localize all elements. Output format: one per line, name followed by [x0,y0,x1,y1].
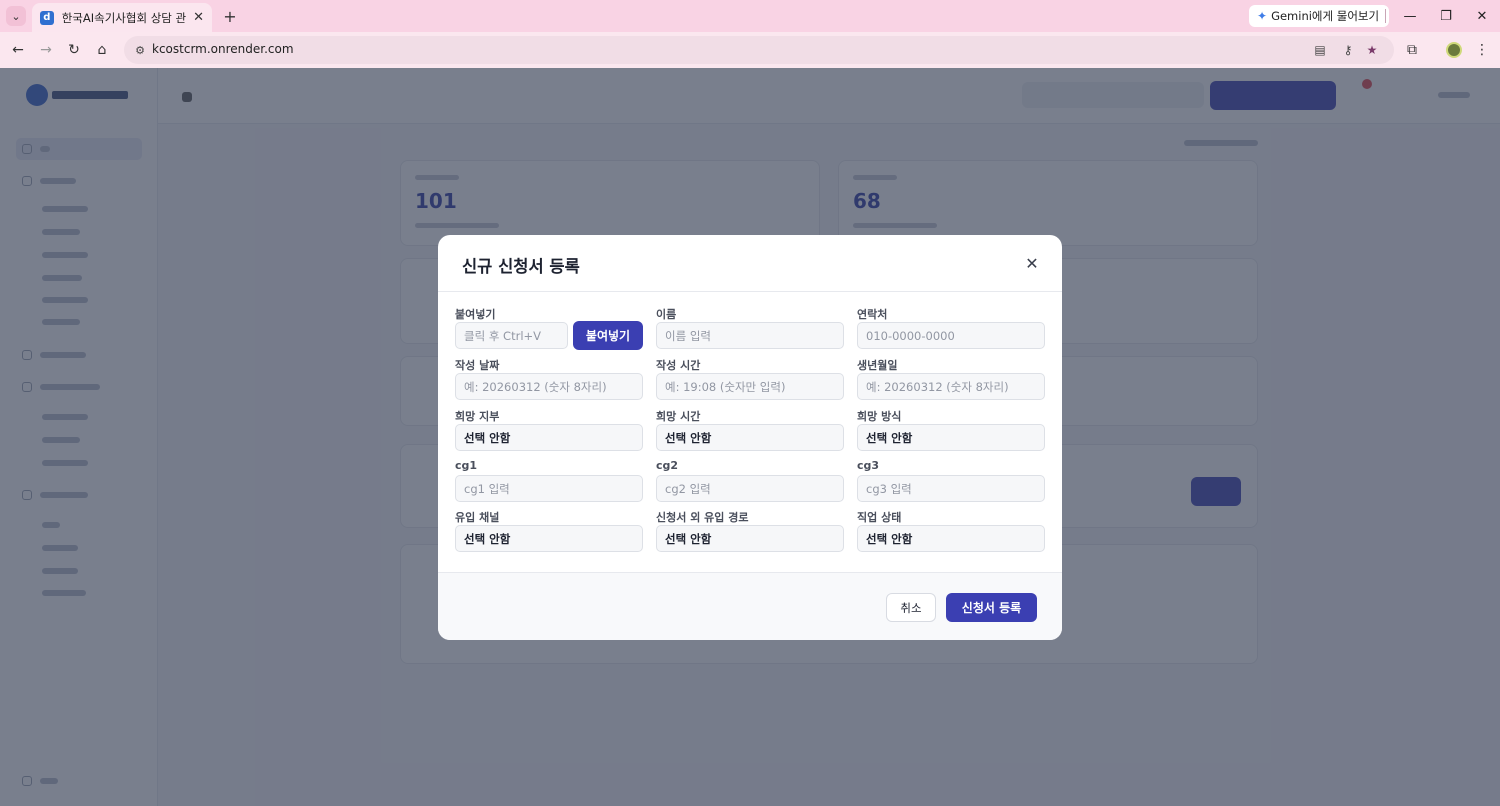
write-date-input[interactable] [455,373,643,400]
site-info-icon[interactable]: ⚙ [130,40,150,60]
hope-method-label: 희망 방식 [857,410,902,423]
forward-arrow-icon[interactable]: → [36,40,56,60]
clipboard-icon[interactable]: ▤ [1310,40,1330,60]
gemini-label: Gemini에게 물어보기 [1271,9,1380,23]
other-route-label: 신청서 외 유입 경로 [656,511,749,524]
cg1-input[interactable] [455,475,643,502]
close-icon[interactable]: ✕ [1022,253,1042,273]
chrome-separator [1385,9,1386,23]
job-status-select[interactable]: 선택 안함 [857,525,1045,552]
hope-method-select[interactable]: 선택 안함 [857,424,1045,451]
reload-icon[interactable]: ↻ [64,40,84,60]
address-bar[interactable]: ⚙ kcostcrm.onrender.com ▤ ⚷ ★ [124,36,1394,64]
minimize-icon[interactable]: — [1400,6,1420,26]
gemini-sparkle-icon: ✦ [1257,9,1268,23]
home-icon[interactable]: ⌂ [92,40,112,60]
cg1-label: cg1 [455,459,478,472]
birthdate-label: 생년월일 [857,359,898,372]
browser-tab-active[interactable]: d 한국AI속기사협회 상담 관리 시 ✕ [32,3,212,32]
paste-label: 붙여넣기 [455,308,496,321]
cancel-button[interactable]: 취소 [886,593,936,622]
hope-time-label: 희망 시간 [656,410,701,423]
contact-input[interactable] [857,322,1045,349]
tab-close-icon[interactable]: ✕ [193,10,204,25]
write-date-label: 작성 날짜 [455,359,500,372]
cg2-label: cg2 [656,459,679,472]
modal-header: 신규 신청서 등록 ✕ [438,235,1062,292]
site-favicon-icon: d [40,10,54,25]
write-time-input[interactable] [656,373,844,400]
modal-title: 신규 신청서 등록 [462,257,580,276]
tab-search-chevron-icon[interactable]: ⌄ [6,6,26,26]
paste-input[interactable] [455,322,568,349]
write-time-label: 작성 시간 [656,359,701,372]
other-route-select[interactable]: 선택 안함 [656,525,844,552]
modal-footer: 취소 신청서 등록 [438,572,1062,640]
profile-avatar[interactable] [1446,42,1462,58]
name-input[interactable] [656,322,844,349]
restore-window-icon[interactable]: ❐ [1436,6,1456,26]
chrome-menu-icon[interactable]: ⋮ [1472,40,1492,60]
paste-button[interactable]: 붙여넣기 [573,321,643,350]
cg3-input[interactable] [857,475,1045,502]
birthdate-input[interactable] [857,373,1045,400]
cg2-input[interactable] [656,475,844,502]
name-label: 이름 [656,308,677,321]
channel-label: 유입 채널 [455,511,500,524]
channel-select[interactable]: 선택 안함 [455,525,643,552]
browser-tab-strip: ⌄ d 한국AI속기사협회 상담 관리 시 ✕ + ✦ Gemini에게 물어보… [0,0,1500,32]
password-key-icon[interactable]: ⚷ [1338,40,1358,60]
submit-application-button[interactable]: 신청서 등록 [946,593,1037,622]
browser-toolbar: ← → ↻ ⌂ ⚙ kcostcrm.onrender.com ▤ ⚷ ★ ⧉ … [0,32,1500,68]
hope-time-select[interactable]: 선택 안함 [656,424,844,451]
tab-title: 한국AI속기사협회 상담 관리 시 [61,10,187,25]
bookmark-star-icon[interactable]: ★ [1362,40,1382,60]
branch-select[interactable]: 선택 안함 [455,424,643,451]
job-status-label: 직업 상태 [857,511,902,524]
back-arrow-icon[interactable]: ← [8,40,28,60]
new-tab-plus-icon[interactable]: + [220,6,240,26]
gemini-ask-button[interactable]: ✦ Gemini에게 물어보기 [1249,5,1390,27]
contact-label: 연락처 [857,308,888,321]
new-application-modal: 신규 신청서 등록 ✕ 붙여넣기 붙여넣기 이름 연락처 작성 날짜 작성 시간… [438,235,1062,640]
extensions-puzzle-icon[interactable]: ⧉ [1402,40,1422,60]
close-window-icon[interactable]: ✕ [1472,6,1492,26]
branch-label: 희망 지부 [455,410,500,423]
url-text[interactable]: kcostcrm.onrender.com [152,42,294,56]
cg3-label: cg3 [857,459,880,472]
